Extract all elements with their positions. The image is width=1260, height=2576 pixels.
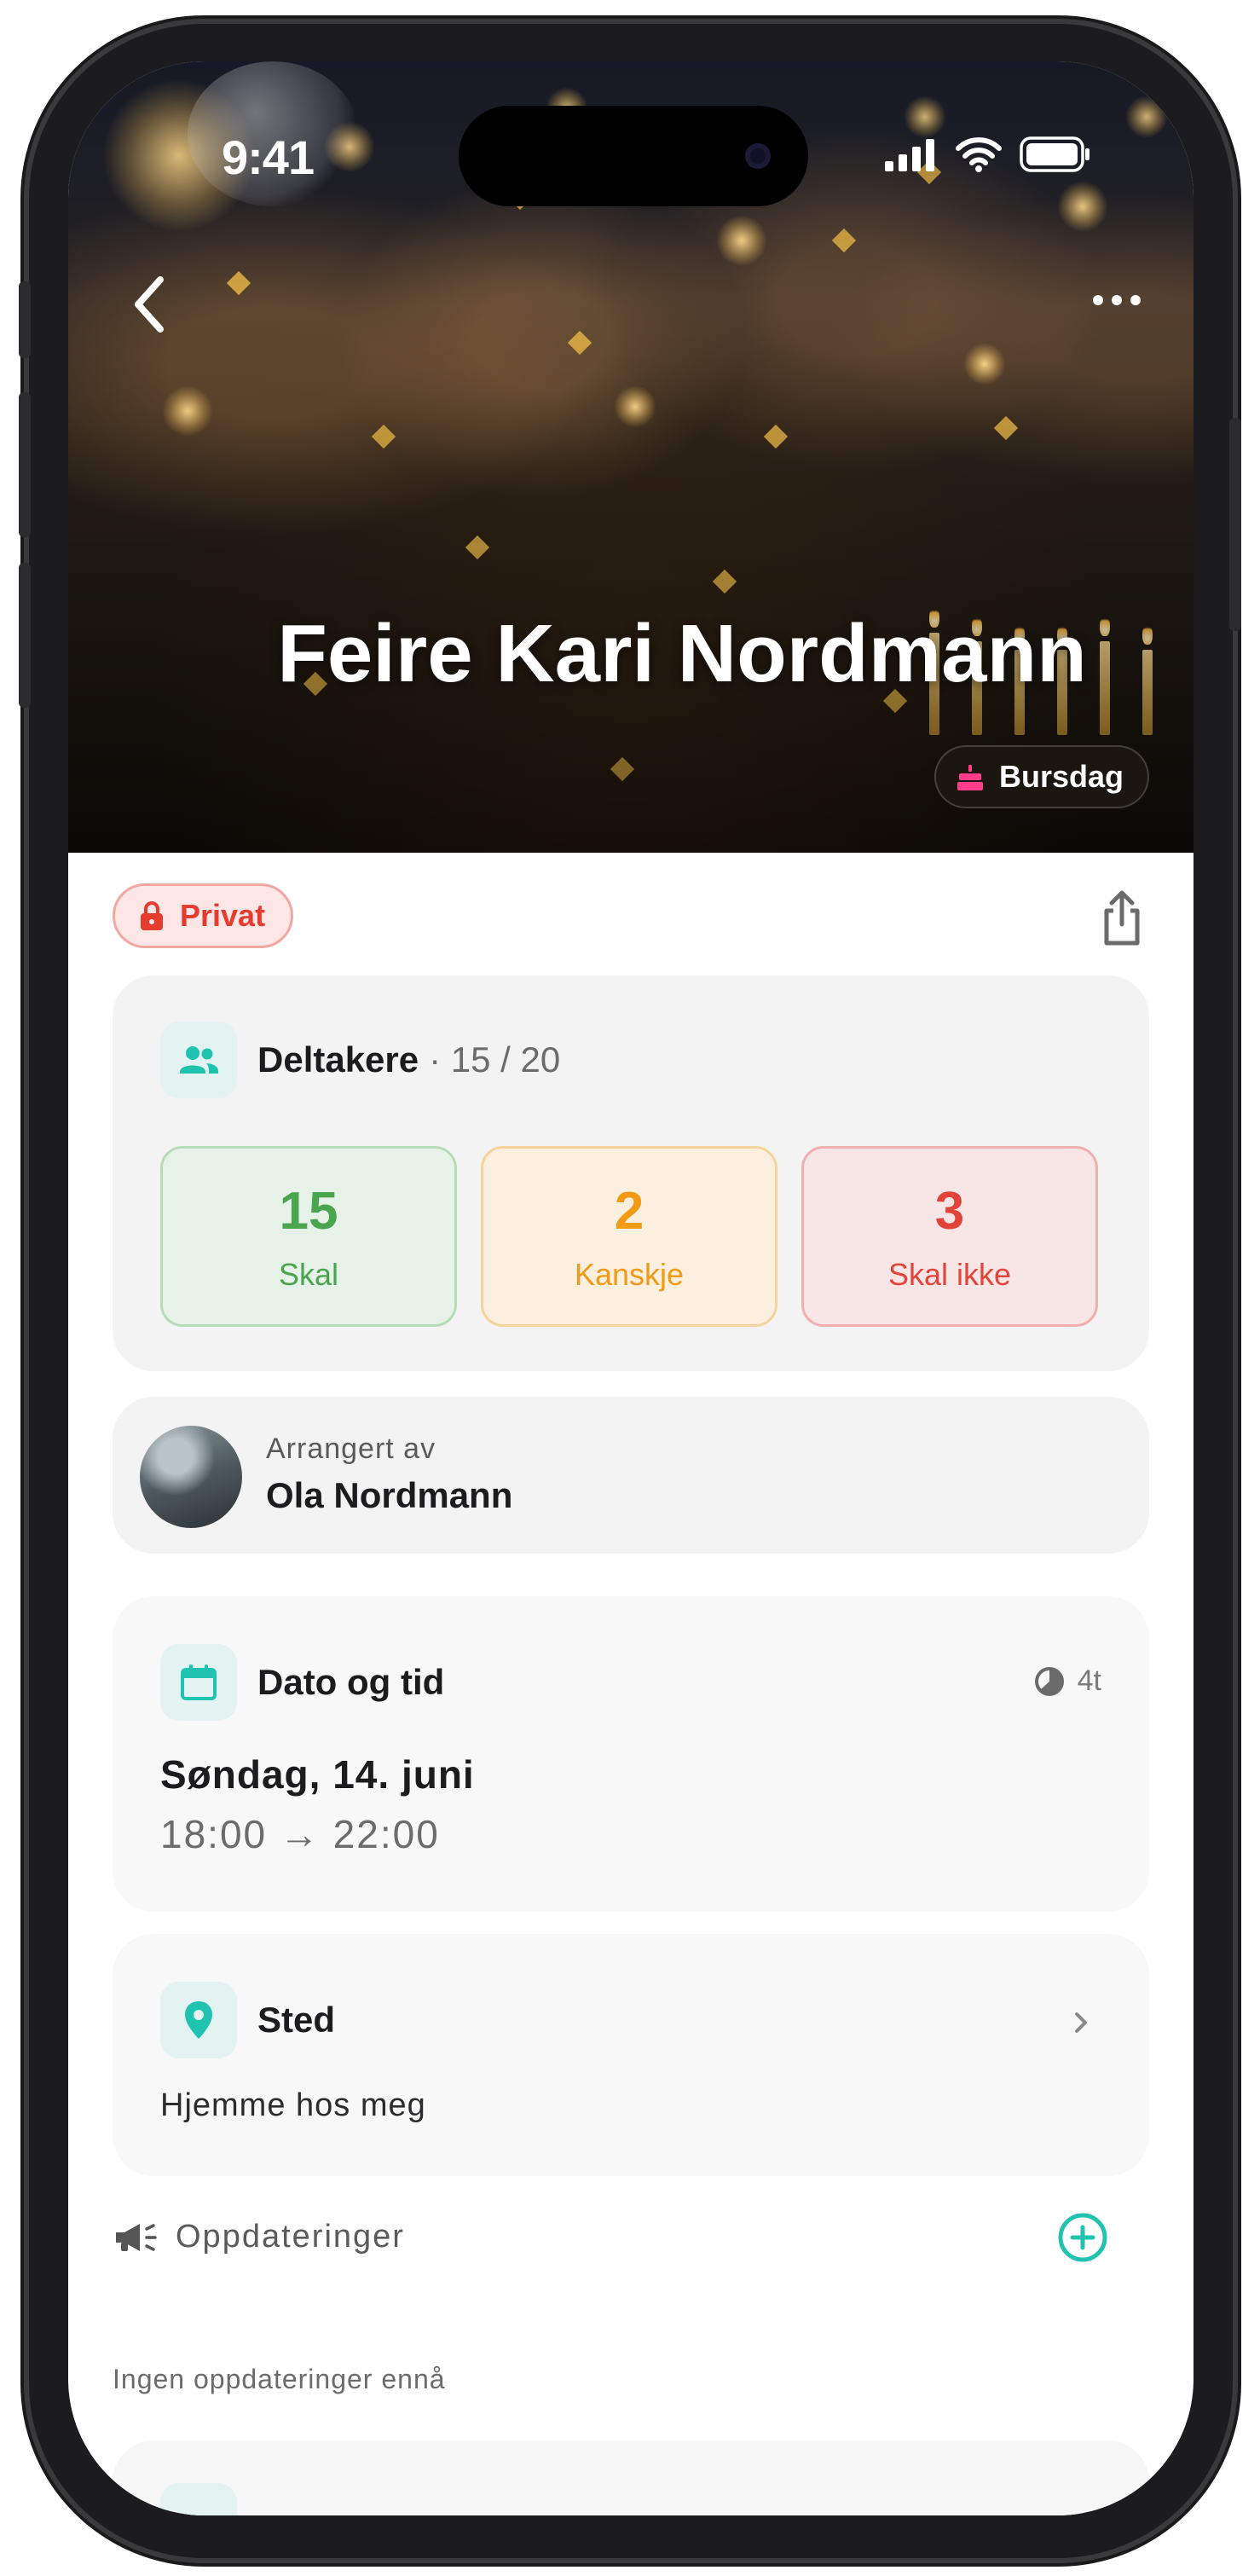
location-title: Sted	[257, 2000, 336, 2040]
volume-down-button	[19, 563, 31, 708]
people-icon	[180, 1046, 218, 1074]
power-button	[1229, 418, 1241, 631]
updates-title: Oppdateringer	[176, 2219, 405, 2255]
more-options-button[interactable]	[1083, 275, 1151, 326]
share-button[interactable]	[1095, 889, 1149, 948]
datetime-card[interactable]: Dato og tid 4t Søndag, 14. juni 18:00 → …	[113, 1596, 1149, 1912]
next-card-icon-tile	[160, 2483, 237, 2515]
screen: 9:41 Feire Kari Nordmann Bursdag Privat …	[68, 61, 1194, 2515]
organizer-label: Arrangert av	[266, 1433, 436, 1465]
privacy-badge[interactable]: Privat	[113, 883, 294, 948]
updates-empty-state: Ingen oppdateringer ennå	[113, 2364, 446, 2394]
rsvp-maybe-count: 2	[614, 1181, 644, 1241]
status-icons	[885, 136, 1091, 172]
privacy-label: Privat	[180, 898, 266, 933]
plus-circle-icon	[1058, 2213, 1107, 2262]
organizer-name: Ola Nordmann	[266, 1475, 513, 1515]
status-time: 9:41	[222, 130, 315, 184]
chevron-left-icon	[135, 276, 164, 333]
rsvp-maybe[interactable]: 2 Kanskje	[481, 1146, 777, 1327]
rsvp-going[interactable]: 15 Skal	[160, 1146, 457, 1327]
rsvp-going-label: Skal	[278, 1256, 339, 1292]
participants-count: · 15 / 20	[429, 1039, 561, 1080]
rsvp-not-going-count: 3	[934, 1181, 965, 1241]
next-card[interactable]	[113, 2440, 1149, 2515]
rsvp-not-going[interactable]: 3 Skal ikke	[801, 1146, 1098, 1327]
share-icon	[1104, 890, 1140, 946]
updates-header: Oppdateringer	[113, 2219, 405, 2255]
avatar	[140, 1426, 242, 1528]
rsvp-going-count: 15	[279, 1181, 338, 1241]
volume-up-button	[19, 392, 31, 537]
battery-icon	[1020, 136, 1089, 172]
location-chevron[interactable]	[1064, 2006, 1098, 2040]
event-time: 18:00 → 22:00	[160, 1812, 440, 1856]
organizer-card[interactable]: Arrangert av Ola Nordmann	[113, 1397, 1149, 1554]
back-button[interactable]	[119, 266, 179, 343]
clock-progress-icon	[1034, 1666, 1064, 1696]
cellular-signal-icon	[885, 139, 934, 171]
lock-icon	[141, 901, 163, 930]
duration-value: 4t	[1077, 1664, 1101, 1697]
megaphone-icon	[116, 2223, 157, 2251]
cake-icon	[957, 765, 983, 790]
participants-icon-tile	[160, 1022, 237, 1098]
chevron-right-icon	[1075, 2012, 1087, 2033]
rsvp-maybe-label: Kanskje	[574, 1256, 685, 1292]
wifi-icon	[956, 137, 1002, 172]
duration: 4t	[1033, 1664, 1101, 1698]
category-badge[interactable]: Bursdag	[933, 745, 1149, 808]
action-button	[19, 281, 31, 358]
rsvp-not-going-label: Skal ikke	[887, 1256, 1012, 1292]
calendar-icon	[181, 1664, 217, 1700]
location-icon-tile	[160, 1982, 237, 2058]
datetime-icon-tile	[160, 1644, 237, 1721]
location-pin-icon	[185, 2001, 212, 2039]
ellipsis-icon	[1093, 295, 1141, 305]
dynamic-island	[459, 106, 808, 206]
location-card[interactable]: Sted Hjemme hos meg	[113, 1934, 1149, 2176]
event-date: Søndag, 14. juni	[160, 1752, 475, 1797]
location-value: Hjemme hos meg	[160, 2087, 426, 2123]
participants-title: Deltakere	[257, 1039, 419, 1080]
datetime-title: Dato og tid	[257, 1662, 445, 1702]
add-update-button[interactable]	[1055, 2210, 1110, 2265]
rsvp-summary: 15 Skal 2 Kanskje 3 Skal ikke	[160, 1146, 1098, 1327]
participants-card[interactable]: Deltakere · 15 / 20 15 Skal 2 Kanskje 3 …	[113, 975, 1149, 1371]
category-label: Bursdag	[998, 759, 1124, 794]
event-title: Feire Kari Nordmann	[277, 608, 1087, 699]
